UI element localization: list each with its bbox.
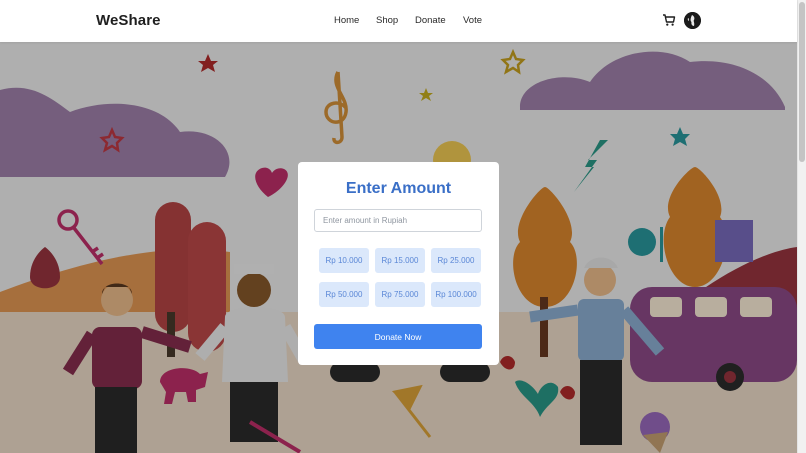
nav-vote[interactable]: Vote <box>463 15 482 26</box>
nav-home[interactable]: Home <box>334 15 359 26</box>
amount-option-15000[interactable]: Rp 15.000 <box>375 248 425 273</box>
avatar[interactable] <box>684 12 701 29</box>
amount-option-100000[interactable]: Rp 100.000 <box>431 282 481 307</box>
scrollbar[interactable] <box>797 0 806 453</box>
donation-modal: Enter Amount Rp 10.000 Rp 15.000 Rp 25.0… <box>298 162 499 365</box>
amount-input[interactable] <box>314 209 482 232</box>
cart-icon[interactable] <box>662 13 676 27</box>
amount-option-50000[interactable]: Rp 50.000 <box>319 282 369 307</box>
nav-shop[interactable]: Shop <box>376 15 398 26</box>
nav-donate[interactable]: Donate <box>415 15 446 26</box>
donate-now-button[interactable]: Donate Now <box>314 324 482 349</box>
brand-logo[interactable]: WeShare <box>96 12 161 29</box>
modal-title: Enter Amount <box>345 180 452 197</box>
scrollbar-thumb[interactable] <box>799 2 805 162</box>
amount-option-25000[interactable]: Rp 25.000 <box>431 248 481 273</box>
navbar: WeShare Home Shop Donate Vote <box>0 0 797 42</box>
globe-avatar-icon <box>684 12 701 29</box>
amount-option-10000[interactable]: Rp 10.000 <box>319 248 369 273</box>
amount-option-75000[interactable]: Rp 75.000 <box>375 282 425 307</box>
